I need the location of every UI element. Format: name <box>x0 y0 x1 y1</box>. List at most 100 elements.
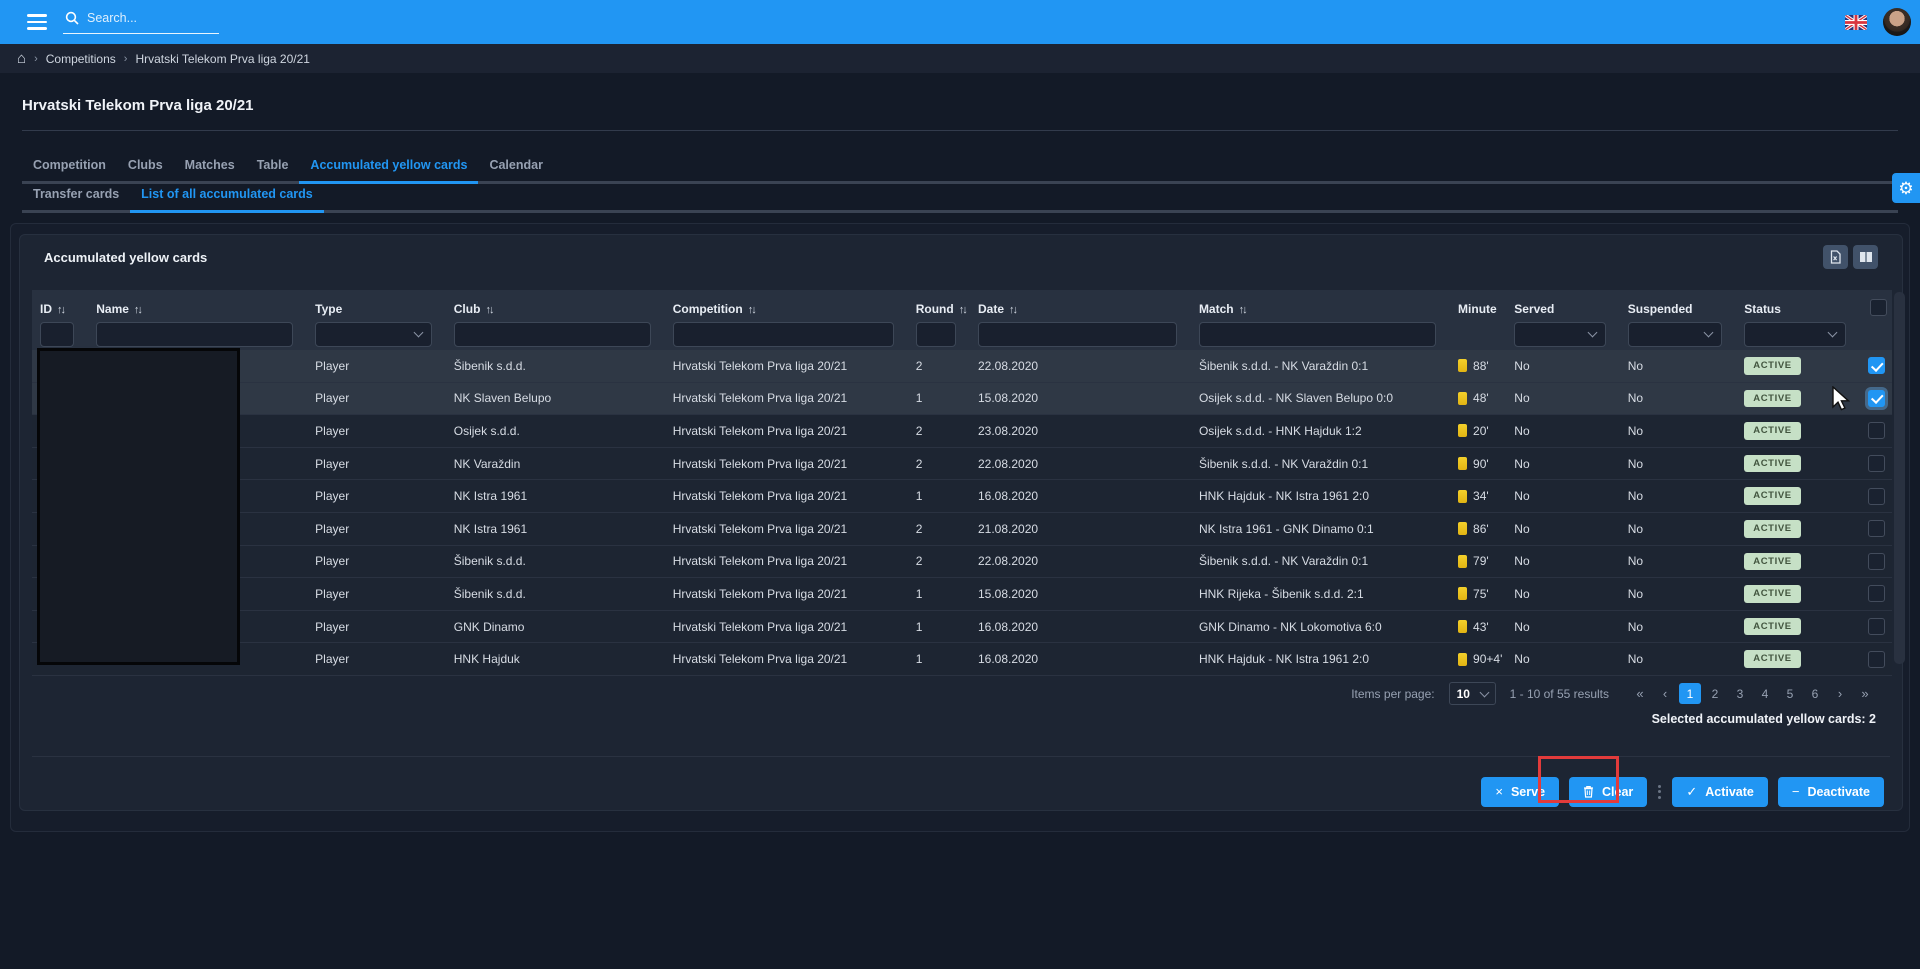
page-button-5[interactable]: 5 <box>1779 683 1801 704</box>
first-page-button[interactable]: « <box>1629 683 1651 704</box>
table-row[interactable]: PlayerNK Slaven BelupoHrvatski Telekom P… <box>32 382 1892 415</box>
table-row[interactable]: PlayerNK Istra 1961Hrvatski Telekom Prva… <box>32 480 1892 513</box>
items-per-page-select[interactable]: 10 <box>1449 682 1496 705</box>
col-header-name[interactable]: Name↑↓ <box>88 290 307 318</box>
col-header-id[interactable]: ID↑↓ <box>32 290 88 318</box>
cell-type: Player <box>307 512 446 545</box>
table-row[interactable]: PlayerNK Istra 1961Hrvatski Telekom Prva… <box>32 512 1892 545</box>
row-checkbox[interactable] <box>1868 390 1885 407</box>
tab-calendar[interactable]: Calendar <box>478 158 554 184</box>
breadcrumb-competitions[interactable]: Competitions <box>46 52 116 66</box>
row-checkbox[interactable] <box>1868 422 1885 439</box>
sort-icon[interactable]: ↑↓ <box>485 304 492 316</box>
row-checkbox[interactable] <box>1868 357 1885 374</box>
activate-button[interactable]: ✓ Activate <box>1672 777 1768 807</box>
search-input[interactable] <box>85 10 203 26</box>
filter-cell-status <box>1736 318 1860 350</box>
filter-input-round[interactable] <box>916 322 956 347</box>
sort-icon[interactable]: ↑↓ <box>57 304 64 316</box>
table-row[interactable]: PlayerŠibenik s.d.d.Hrvatski Telekom Prv… <box>32 545 1892 578</box>
table-row[interactable]: PlayerHNK HajdukHrvatski Telekom Prva li… <box>32 643 1892 676</box>
page-button-4[interactable]: 4 <box>1754 683 1776 704</box>
row-checkbox[interactable] <box>1868 585 1885 602</box>
tab-competition[interactable]: Competition <box>22 158 117 184</box>
tab-matches[interactable]: Matches <box>174 158 246 184</box>
cell-select <box>1860 610 1892 643</box>
col-header-club[interactable]: Club↑↓ <box>446 290 665 318</box>
minus-icon: − <box>1792 785 1800 798</box>
page-title: Hrvatski Telekom Prva liga 20/21 <box>22 97 254 114</box>
cell-suspended: No <box>1620 447 1737 480</box>
filter-select-served[interactable] <box>1514 322 1605 347</box>
row-checkbox[interactable] <box>1868 553 1885 570</box>
sort-icon[interactable]: ↑↓ <box>1009 304 1016 316</box>
row-checkbox[interactable] <box>1868 651 1885 668</box>
select-all-checkbox[interactable] <box>1870 299 1887 316</box>
filter-cell-select <box>1860 318 1892 350</box>
more-actions-icon[interactable] <box>1657 785 1662 799</box>
filter-select-type[interactable] <box>315 322 432 347</box>
subtab-transfer-cards[interactable]: Transfer cards <box>22 187 130 213</box>
menu-icon[interactable] <box>27 14 47 30</box>
row-checkbox[interactable] <box>1868 520 1885 537</box>
filter-input-date[interactable] <box>978 322 1177 347</box>
table-scrollbar[interactable] <box>1894 292 1905 664</box>
cell-match: Šibenik s.d.d. - NK Varaždin 0:1 <box>1191 545 1450 578</box>
cell-status: ACTIVE <box>1736 643 1860 676</box>
cell-select <box>1860 578 1892 611</box>
filter-select-suspended[interactable] <box>1628 322 1723 347</box>
row-checkbox[interactable] <box>1868 618 1885 635</box>
col-header-suspended: Suspended <box>1620 290 1737 318</box>
page-button-3[interactable]: 3 <box>1729 683 1751 704</box>
export-button[interactable] <box>1823 245 1848 269</box>
row-checkbox[interactable] <box>1868 488 1885 505</box>
page-button-2[interactable]: 2 <box>1704 683 1726 704</box>
table-row[interactable]: PlayerGNK DinamoHrvatski Telekom Prva li… <box>32 610 1892 643</box>
col-header-date[interactable]: Date↑↓ <box>970 290 1191 318</box>
sort-icon[interactable]: ↑↓ <box>1239 304 1246 316</box>
col-header-competition[interactable]: Competition↑↓ <box>665 290 908 318</box>
col-header-match[interactable]: Match↑↓ <box>1191 290 1450 318</box>
tab-clubs[interactable]: Clubs <box>117 158 174 184</box>
language-flag-uk-icon[interactable] <box>1845 15 1867 30</box>
row-checkbox[interactable] <box>1868 455 1885 472</box>
cell-minute: 88' <box>1450 350 1506 382</box>
filter-input-id[interactable] <box>40 322 74 347</box>
minute-value: 75' <box>1473 587 1489 601</box>
cell-status: ACTIVE <box>1736 447 1860 480</box>
next-page-button[interactable]: › <box>1829 683 1851 704</box>
table-row[interactable]: PlayerOsijek s.d.d.Hrvatski Telekom Prva… <box>32 415 1892 448</box>
last-page-button[interactable]: » <box>1854 683 1876 704</box>
sort-icon[interactable]: ↑↓ <box>959 304 966 316</box>
filter-cell-suspended <box>1620 318 1737 350</box>
deactivate-button[interactable]: − Deactivate <box>1778 777 1884 807</box>
prev-page-button[interactable]: ‹ <box>1654 683 1676 704</box>
tab-accumulated-yellow-cards[interactable]: Accumulated yellow cards <box>299 158 478 184</box>
columns-button[interactable] <box>1853 245 1878 269</box>
cell-match: Osijek s.d.d. - HNK Hajduk 1:2 <box>1191 415 1450 448</box>
chevron-down-icon <box>1704 328 1714 338</box>
gear-icon: ⚙ <box>1898 180 1913 197</box>
cell-type: Player <box>307 643 446 676</box>
filter-input-name[interactable] <box>96 322 293 347</box>
subtab-list-of-all-accumulated-cards[interactable]: List of all accumulated cards <box>130 187 324 213</box>
filter-input-competition[interactable] <box>673 322 894 347</box>
minute-wrap: 86' <box>1458 513 1506 545</box>
page-button-6[interactable]: 6 <box>1804 683 1826 704</box>
cell-suspended: No <box>1620 350 1737 382</box>
cell-suspended: No <box>1620 512 1737 545</box>
sort-icon[interactable]: ↑↓ <box>134 304 141 316</box>
filter-select-status[interactable] <box>1744 322 1846 347</box>
table-row[interactable]: PlayerŠibenik s.d.d.Hrvatski Telekom Prv… <box>32 350 1892 382</box>
user-avatar[interactable] <box>1883 8 1911 36</box>
page-button-1[interactable]: 1 <box>1679 683 1701 704</box>
table-row[interactable]: PlayerNK VaraždinHrvatski Telekom Prva l… <box>32 447 1892 480</box>
settings-button[interactable]: ⚙ <box>1892 173 1920 203</box>
home-icon[interactable]: ⌂ <box>17 51 26 66</box>
tab-table[interactable]: Table <box>246 158 300 184</box>
filter-input-club[interactable] <box>454 322 651 347</box>
col-header-round[interactable]: Round↑↓ <box>908 290 970 318</box>
filter-input-match[interactable] <box>1199 322 1436 347</box>
sort-icon[interactable]: ↑↓ <box>748 304 755 316</box>
table-row[interactable]: PlayerŠibenik s.d.d.Hrvatski Telekom Prv… <box>32 578 1892 611</box>
